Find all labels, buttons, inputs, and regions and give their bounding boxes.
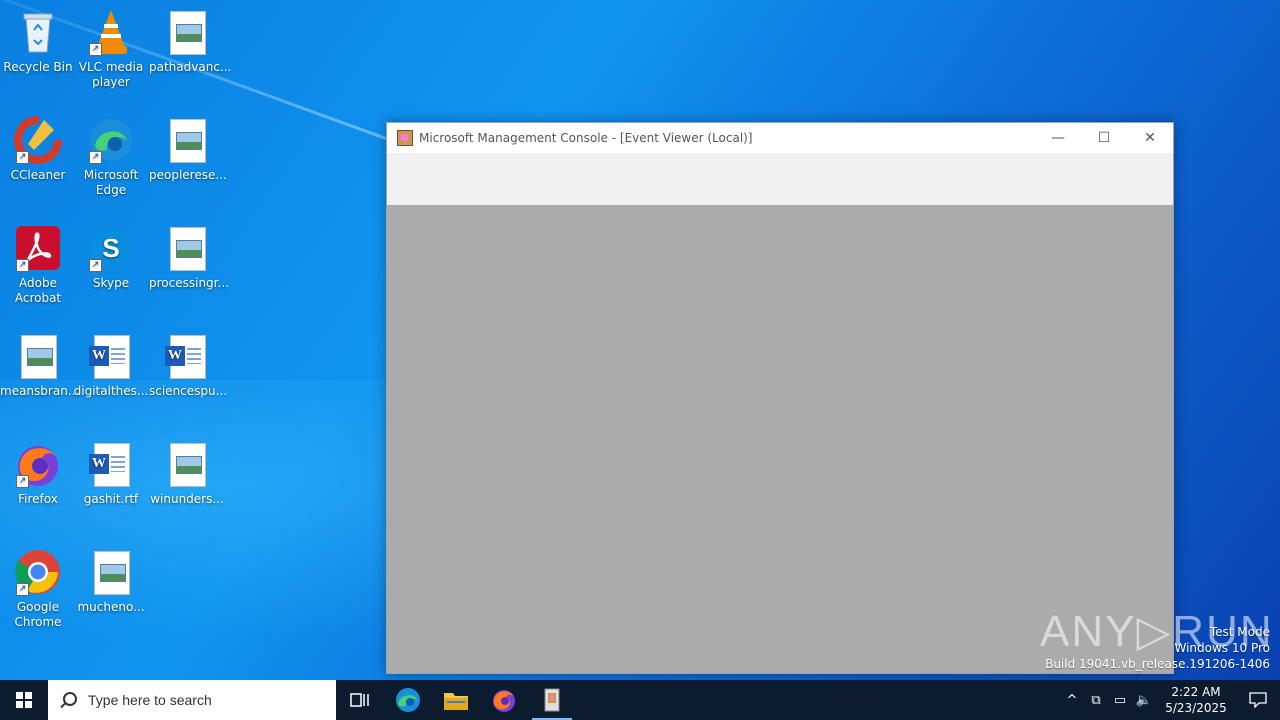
desktop-icon-peoplerese[interactable]: peoplerese... xyxy=(149,116,227,183)
watermark-line: Build 19041.vb_release.191206-1406 xyxy=(1045,657,1270,671)
word-file-icon: W xyxy=(87,440,135,488)
desktop-icon-processingr[interactable]: processingr... xyxy=(149,224,229,291)
taskbar-file-explorer[interactable] xyxy=(432,680,480,720)
edge-icon xyxy=(396,688,420,712)
mmc-window[interactable]: Microsoft Management Console - [Event Vi… xyxy=(386,122,1174,674)
desktop-icon-edge[interactable]: ↗ Microsoft Edge xyxy=(73,116,149,198)
desktop-icon-label: gashit.rtf xyxy=(83,492,139,506)
desktop-icon-label: sciencespu... xyxy=(149,384,228,398)
taskbar-search-box[interactable] xyxy=(48,680,336,720)
ccleaner-icon: ↗ xyxy=(14,116,62,164)
chevron-up-icon[interactable]: ^ xyxy=(1060,693,1084,708)
minimize-button[interactable]: — xyxy=(1035,123,1081,153)
windows-logo-icon xyxy=(16,692,32,708)
vlc-icon: ↗ xyxy=(87,8,135,56)
window-titlebar[interactable]: Microsoft Management Console - [Event Vi… xyxy=(387,123,1173,153)
task-view-icon xyxy=(350,693,369,707)
maximize-button[interactable]: ☐ xyxy=(1081,123,1127,153)
desktop-icon-meansbran[interactable]: meansbran... xyxy=(0,332,80,399)
shortcut-arrow-icon: ↗ xyxy=(16,259,29,272)
edge-icon: ↗ xyxy=(87,116,135,164)
shortcut-arrow-icon: ↗ xyxy=(89,259,102,272)
image-file-icon xyxy=(14,332,62,380)
desktop-icon-winunders[interactable]: winunders... xyxy=(149,440,225,507)
clock-date: 5/23/2025 xyxy=(1165,701,1227,715)
window-client-area[interactable] xyxy=(387,205,1173,673)
taskbar-firefox[interactable] xyxy=(480,680,528,720)
acrobat-icon: ↗ xyxy=(14,224,62,272)
desktop-icon-label: processingr... xyxy=(149,276,229,290)
shortcut-arrow-icon: ↗ xyxy=(89,151,102,164)
desktop-icon-label: mucheno... xyxy=(77,600,145,614)
system-tray: ^ ⧉ ▭ 🔈 2:22 AM 5/23/2025 xyxy=(1060,680,1280,720)
search-icon xyxy=(60,692,77,708)
image-file-icon xyxy=(87,548,135,596)
desktop-icon-label: peoplerese... xyxy=(149,168,227,182)
desktop-icon-pathadvanc[interactable]: pathadvanc... xyxy=(149,8,232,75)
window-title: Microsoft Management Console - [Event Vi… xyxy=(419,131,753,145)
firefox-icon: ↗ xyxy=(14,440,62,488)
volume-icon[interactable]: 🔈 xyxy=(1132,693,1156,708)
desktop-icon-firefox[interactable]: ↗ Firefox xyxy=(0,440,76,507)
shortcut-arrow-icon: ↗ xyxy=(16,151,29,164)
mmc-app-icon xyxy=(544,688,560,712)
word-file-icon: W xyxy=(87,332,135,380)
desktop-icon-label: meansbran... xyxy=(0,384,80,398)
desktop-icon-label: Recycle Bin xyxy=(3,60,73,74)
mmc-app-icon xyxy=(397,130,413,146)
desktop-icon-ccleaner[interactable]: ↗ CCleaner xyxy=(0,116,76,183)
firefox-icon xyxy=(493,690,515,712)
clock-time: 2:22 AM xyxy=(1171,685,1221,699)
action-center-button[interactable] xyxy=(1236,680,1280,720)
folder-icon xyxy=(444,693,468,710)
desktop-icon-gashit[interactable]: W gashit.rtf xyxy=(73,440,149,507)
taskbar-mmc[interactable] xyxy=(528,680,576,720)
image-file-icon xyxy=(163,224,211,272)
task-view-button[interactable] xyxy=(336,680,384,720)
desktop-icon-label: winunders... xyxy=(150,492,224,506)
shortcut-arrow-icon: ↗ xyxy=(16,583,29,596)
window-menu-toolbar-area xyxy=(387,153,1173,205)
desktop-icon-label: CCleaner xyxy=(10,168,66,182)
desktop-icon-vlc[interactable]: ↗ VLC media player xyxy=(73,8,149,90)
device-icon[interactable]: ⧉ xyxy=(1084,693,1108,708)
desktop-icon-sciencespu[interactable]: W sciencespu... xyxy=(149,332,228,399)
desktop-icon-label: digitalthes... xyxy=(73,384,149,398)
image-file-icon xyxy=(163,8,211,56)
desktop-icon-label: Microsoft Edge xyxy=(83,168,139,197)
notification-icon xyxy=(1249,692,1267,708)
desktop-icon-label: Skype xyxy=(92,276,130,290)
shortcut-arrow-icon: ↗ xyxy=(16,475,29,488)
close-button[interactable]: ✕ xyxy=(1127,123,1173,153)
desktop-icon-label: Google Chrome xyxy=(14,600,62,629)
desktop-icon-digitalthes[interactable]: W digitalthes... xyxy=(73,332,149,399)
shortcut-arrow-icon: ↗ xyxy=(89,43,102,56)
desktop-icon-label: pathadvanc... xyxy=(149,60,232,74)
test-mode-watermark: Test Mode Windows 10 Pro Build 19041.vb_… xyxy=(1045,624,1270,672)
taskbar-edge[interactable] xyxy=(384,680,432,720)
desktop-icon-acrobat[interactable]: ↗ Adobe Acrobat xyxy=(0,224,76,306)
taskbar: ^ ⧉ ▭ 🔈 2:22 AM 5/23/2025 xyxy=(0,680,1280,720)
desktop-icon-chrome[interactable]: ↗ Google Chrome xyxy=(0,548,76,630)
svg-text:S: S xyxy=(102,233,119,263)
desktop-icon-label: Firefox xyxy=(18,492,58,506)
desktop-icon-mucheno[interactable]: mucheno... xyxy=(73,548,149,615)
network-icon[interactable]: ▭ xyxy=(1108,693,1132,708)
search-input[interactable] xyxy=(86,691,320,709)
desktop-icon-label: VLC media player xyxy=(78,60,144,89)
watermark-line: Test Mode xyxy=(1209,625,1270,639)
skype-icon: S ↗ xyxy=(87,224,135,272)
recycle-bin-icon xyxy=(14,8,62,56)
desktop-icon-label: Adobe Acrobat xyxy=(14,276,62,305)
chrome-icon: ↗ xyxy=(14,548,62,596)
desktop-icon-recycle-bin[interactable]: Recycle Bin xyxy=(0,8,76,75)
start-button[interactable] xyxy=(0,680,48,720)
desktop-icon-skype[interactable]: S ↗ Skype xyxy=(73,224,149,291)
taskbar-clock[interactable]: 2:22 AM 5/23/2025 xyxy=(1156,684,1236,716)
word-file-icon: W xyxy=(163,332,211,380)
watermark-line: Windows 10 Pro xyxy=(1174,641,1270,655)
image-file-icon xyxy=(163,116,211,164)
image-file-icon xyxy=(163,440,211,488)
